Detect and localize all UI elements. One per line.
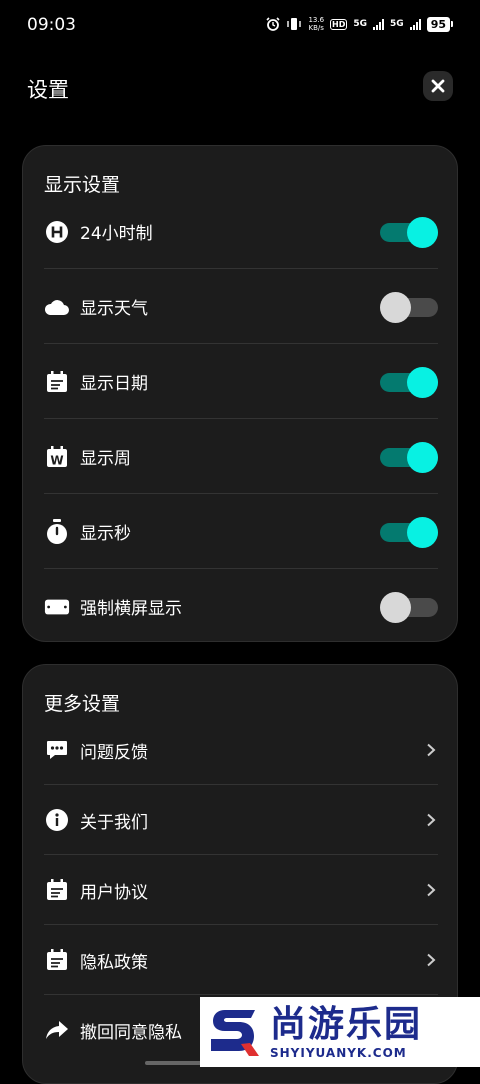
watermark-chinese-text: 尚游乐园 bbox=[270, 1004, 423, 1045]
setting-label: 显示周 bbox=[80, 449, 131, 469]
status-bar: 09:03 13.6 KB/s HD 5G 5G 95 bbox=[0, 0, 480, 50]
speed-value: 13.6 bbox=[308, 16, 325, 24]
more-settings-title: 更多设置 bbox=[44, 693, 121, 715]
alarm-icon bbox=[266, 17, 281, 31]
hd-badge: HD bbox=[330, 18, 348, 30]
setting-show-weather[interactable]: 显示天气 bbox=[44, 269, 438, 344]
share-arrow-icon bbox=[44, 1017, 70, 1043]
toggle-show-weather[interactable] bbox=[380, 291, 438, 323]
close-icon bbox=[431, 79, 445, 93]
calendar-week-icon: W bbox=[44, 444, 70, 470]
setting-label: 24小时制 bbox=[80, 224, 153, 244]
toggle-force-landscape[interactable] bbox=[380, 591, 438, 623]
cloud-icon bbox=[44, 294, 70, 320]
vibrate-icon bbox=[287, 18, 302, 30]
menu-item-user-agreement[interactable]: 用户协议 bbox=[44, 855, 438, 925]
setting-show-seconds[interactable]: 显示秒 bbox=[44, 494, 438, 569]
status-time: 09:03 bbox=[27, 15, 76, 35]
menu-label: 关于我们 bbox=[80, 812, 148, 833]
week-letter: W bbox=[50, 453, 63, 467]
sim1-5g-label: 5G bbox=[353, 19, 368, 29]
close-button[interactable] bbox=[423, 71, 453, 101]
toggle-show-week[interactable] bbox=[380, 441, 438, 473]
calendar-icon bbox=[44, 369, 70, 395]
info-icon bbox=[44, 807, 70, 833]
document-icon bbox=[44, 877, 70, 903]
battery-indicator: 95 bbox=[426, 16, 453, 32]
watermark-domain-text: SHYIYUANYK.COM bbox=[270, 1046, 407, 1060]
setting-label: 显示日期 bbox=[80, 374, 148, 394]
chevron-right-icon bbox=[427, 953, 436, 967]
document-icon bbox=[44, 947, 70, 973]
toggle-24-hour[interactable] bbox=[380, 216, 438, 248]
sim2-5g-label: 5G bbox=[390, 19, 404, 29]
speed-unit: KB/s bbox=[308, 24, 324, 32]
chevron-right-icon bbox=[427, 883, 436, 897]
toggle-show-seconds[interactable] bbox=[380, 516, 438, 548]
setting-force-landscape[interactable]: 强制横屏显示 bbox=[44, 569, 438, 644]
menu-label: 隐私政策 bbox=[80, 952, 148, 973]
setting-label: 显示天气 bbox=[80, 299, 148, 319]
menu-item-about-us[interactable]: 关于我们 bbox=[44, 785, 438, 855]
toggle-show-date[interactable] bbox=[380, 366, 438, 398]
menu-item-privacy-policy[interactable]: 隐私政策 bbox=[44, 925, 438, 995]
network-speed: 13.6 KB/s bbox=[308, 16, 324, 32]
page-title: 设置 bbox=[27, 78, 69, 102]
status-icons: 13.6 KB/s HD 5G 5G 95 bbox=[266, 16, 453, 32]
battery-level: 95 bbox=[426, 16, 450, 32]
setting-label: 强制横屏显示 bbox=[80, 599, 182, 619]
watermark: 尚游乐园 SHYIYUANYK.COM bbox=[200, 997, 480, 1067]
menu-label: 问题反馈 bbox=[80, 742, 148, 763]
menu-item-feedback[interactable]: 问题反馈 bbox=[44, 715, 438, 785]
display-settings-card: 显示设置 24小时制 显示天气 显示日期 W 显示周 显示秒 强制横屏显示 bbox=[22, 145, 458, 642]
chevron-right-icon bbox=[427, 813, 436, 827]
chevron-right-icon bbox=[427, 743, 436, 757]
watermark-logo-icon bbox=[200, 997, 270, 1067]
chat-icon bbox=[44, 737, 70, 763]
stopwatch-icon bbox=[44, 518, 70, 545]
setting-show-date[interactable]: 显示日期 bbox=[44, 344, 438, 419]
signal-bars-1-icon bbox=[373, 18, 385, 30]
landscape-icon bbox=[44, 594, 70, 620]
display-settings-title: 显示设置 bbox=[44, 174, 121, 196]
setting-show-week[interactable]: W 显示周 bbox=[44, 419, 438, 494]
signal-bars-2-icon bbox=[409, 18, 421, 30]
menu-label: 用户协议 bbox=[80, 882, 148, 903]
h-circle-icon bbox=[44, 219, 70, 245]
setting-label: 显示秒 bbox=[80, 524, 131, 544]
setting-24-hour[interactable]: 24小时制 bbox=[44, 194, 438, 269]
